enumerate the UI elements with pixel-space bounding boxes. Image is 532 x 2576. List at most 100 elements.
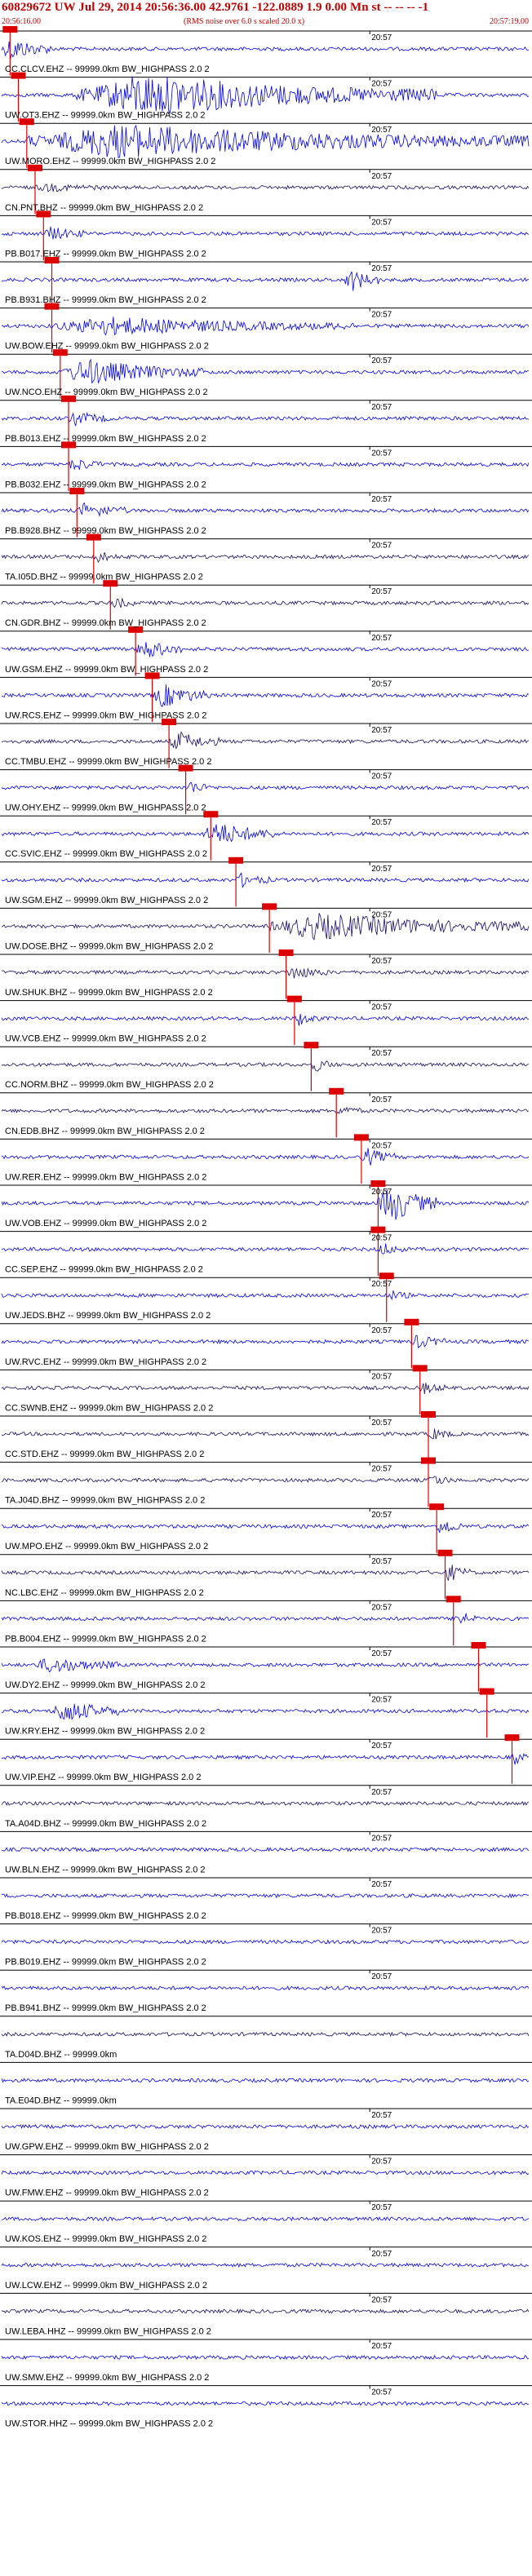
waveform-trace bbox=[1, 1847, 530, 1852]
station-label: UW.RER.EHZ -- 99999.0km BW_HIGHPASS 2.0 … bbox=[5, 1172, 206, 1182]
time-tick-label: 20:57 bbox=[371, 1465, 392, 1474]
waveform-trace bbox=[1, 358, 529, 384]
seismogram-plot: CC.CLCV.EHZ -- 99999.0km BW_HIGHPASS 2.0… bbox=[0, 26, 532, 2429]
pick-flag bbox=[429, 1503, 445, 1511]
station-label: PB.B928.BHZ -- 99999.0km BW_HIGHPASS 2.0… bbox=[5, 526, 206, 536]
waveform-trace bbox=[1, 1106, 530, 1114]
time-tick-label: 20:57 bbox=[371, 1603, 392, 1612]
station-label: UW.DY2.EHZ -- 99999.0km BW_HIGHPASS 2.0 … bbox=[5, 1680, 206, 1690]
waveform-trace bbox=[1, 1334, 530, 1349]
station-label: TA.E04D.BHZ -- 99999.0km bbox=[5, 2096, 117, 2105]
station-label: CC.CLCV.EHZ -- 99999.0km BW_HIGHPASS 2.0… bbox=[5, 64, 210, 74]
station-label: UW.JEDS.BHZ -- 99999.0km BW_HIGHPASS 2.0… bbox=[5, 1311, 211, 1321]
station-label: CN.EDB.BHZ -- 99999.0km BW_HIGHPASS 2.0 … bbox=[5, 1126, 205, 1136]
time-tick-label: 20:57 bbox=[371, 634, 392, 643]
time-tick-label: 20:57 bbox=[371, 1972, 392, 1981]
waveform-trace bbox=[1, 1939, 530, 1945]
pick-flag bbox=[228, 856, 244, 864]
waveform-trace bbox=[1, 2031, 530, 2038]
time-tick-label: 20:57 bbox=[371, 1003, 392, 1012]
time-tick-label: 20:57 bbox=[371, 1049, 392, 1058]
waveform-trace bbox=[1, 731, 530, 750]
waveform-trace bbox=[1, 41, 530, 59]
waveform-trace bbox=[1, 872, 530, 888]
station-label: PB.B017.EHZ -- 99999.0km BW_HIGHPASS 2.0… bbox=[5, 249, 206, 259]
station-label: CN.GDR.BHZ -- 99999.0km BW_HIGHPASS 2.0 … bbox=[5, 618, 206, 628]
time-tick-label: 20:57 bbox=[371, 1880, 392, 1889]
waveform-trace bbox=[1, 1800, 530, 1807]
time-tick-label: 20:57 bbox=[371, 1557, 392, 1566]
station-label: UW.VIP.EHZ -- 99999.0km BW_HIGHPASS 2.0 … bbox=[5, 1773, 201, 1782]
waveform-trace bbox=[2, 1060, 530, 1072]
time-tick-label: 20:57 bbox=[371, 1927, 392, 1936]
station-label: TA.J04D.BHZ -- 99999.0km BW_HIGHPASS 2.0… bbox=[5, 1496, 205, 1506]
station-label: UW.RVC.EHZ -- 99999.0km BW_HIGHPASS 2.0 … bbox=[5, 1357, 206, 1367]
station-label: PB.B931.BHZ -- 99999.0km BW_HIGHPASS 2.0… bbox=[5, 295, 206, 305]
station-label: PB.B013.EHZ -- 99999.0km BW_HIGHPASS 2.0… bbox=[5, 434, 206, 444]
waveform-trace bbox=[1, 1613, 530, 1624]
waveform-trace bbox=[1, 1522, 530, 1534]
pick-flag bbox=[329, 1087, 344, 1095]
station-label: UW.NCO.EHZ -- 99999.0km BW_HIGHPASS 2.0 … bbox=[5, 387, 208, 397]
waveform-trace bbox=[1, 2401, 530, 2406]
waveform-trace bbox=[1, 2354, 530, 2361]
waveform-trace bbox=[1, 502, 530, 517]
waveform-trace bbox=[1, 1753, 530, 1765]
time-tick-label: 20:57 bbox=[371, 910, 392, 919]
time-tick-label: 20:57 bbox=[371, 679, 392, 688]
time-tick-label: 20:57 bbox=[371, 865, 392, 874]
waveform-trace bbox=[1, 1703, 530, 1720]
pick-flag bbox=[370, 1180, 386, 1187]
time-tick-label: 20:57 bbox=[371, 2295, 392, 2304]
station-label: UW.KRY.EHZ -- 99999.0km BW_HIGHPASS 2.0 … bbox=[5, 1727, 205, 1737]
time-tick-label: 20:57 bbox=[371, 356, 392, 365]
time-tick-label: 20:57 bbox=[371, 1372, 392, 1381]
time-tick-label: 20:57 bbox=[371, 80, 392, 89]
station-label: UW.VCB.EHZ -- 99999.0km BW_HIGHPASS 2.0 … bbox=[5, 1034, 206, 1044]
time-tick-label: 20:57 bbox=[371, 2388, 392, 2397]
pick-flag bbox=[304, 1042, 319, 1049]
station-label: TA.A04D.BHZ -- 99999.0km BW_HIGHPASS 2.0… bbox=[5, 1819, 206, 1829]
station-label: UW.VOB.EHZ -- 99999.0km BW_HIGHPASS 2.0 … bbox=[5, 1219, 206, 1228]
time-tick-label: 20:57 bbox=[371, 1788, 392, 1797]
pick-flag bbox=[404, 1318, 419, 1326]
waveform-trace bbox=[1, 2262, 530, 2268]
time-tick-label: 20:57 bbox=[371, 218, 392, 227]
waveform-trace bbox=[1, 459, 530, 471]
station-label: UW.OT3.EHZ -- 99999.0km BW_HIGHPASS 2.0 … bbox=[5, 111, 206, 121]
station-label: PB.B019.EHZ -- 99999.0km BW_HIGHPASS 2.0… bbox=[5, 1958, 206, 1967]
time-tick-label: 20:57 bbox=[371, 2203, 392, 2212]
waveform-trace bbox=[1, 1565, 530, 1582]
station-label: CC.SWNB.EHZ -- 99999.0km BW_HIGHPASS 2.0… bbox=[5, 1403, 213, 1413]
waveform-trace bbox=[1, 642, 530, 657]
waveform-trace bbox=[1, 913, 530, 941]
time-tick-label: 20:57 bbox=[371, 1234, 392, 1243]
waveform-trace bbox=[1, 184, 530, 193]
time-tick-label: 20:57 bbox=[371, 2342, 392, 2351]
station-label: CC.NORM.BHZ -- 99999.0km BW_HIGHPASS 2.0… bbox=[5, 1080, 214, 1090]
time-tick-label: 20:57 bbox=[371, 403, 392, 412]
pick-flag bbox=[370, 1226, 386, 1233]
time-tick-label: 20:57 bbox=[371, 311, 392, 320]
time-tick-label: 20:57 bbox=[371, 1696, 392, 1705]
station-label: PB.B032.EHZ -- 99999.0km BW_HIGHPASS 2.0… bbox=[5, 480, 206, 489]
station-label: UW.MORO.EHZ -- 99999.0km BW_HIGHPASS 2.0… bbox=[5, 157, 215, 166]
time-tick-label: 20:57 bbox=[371, 587, 392, 596]
waveform-trace bbox=[1, 2170, 530, 2175]
station-label: UW.OHY.EHZ -- 99999.0km BW_HIGHPASS 2.0 … bbox=[5, 803, 206, 813]
station-label: NC.LBC.EHZ -- 99999.0km BW_HIGHPASS 2.0 … bbox=[5, 1588, 204, 1598]
time-tick-label: 20:57 bbox=[371, 1188, 392, 1197]
waveform-trace bbox=[1, 2123, 530, 2130]
station-label: UW.SMW.EHZ -- 99999.0km BW_HIGHPASS 2.0 … bbox=[5, 2373, 209, 2383]
time-tick-label: 20:57 bbox=[371, 1649, 392, 1658]
time-tick-label: 20:57 bbox=[371, 1095, 392, 1104]
station-label: UW.SHUK.BHZ -- 99999.0km BW_HIGHPASS 2.0… bbox=[5, 988, 213, 998]
station-label: CC.SVIC.EHZ -- 99999.0km BW_HIGHPASS 2.0… bbox=[5, 849, 207, 859]
pick-flag bbox=[479, 1688, 494, 1695]
station-label: UW.LEBA.HHZ -- 99999.0km BW_HIGHPASS 2.0… bbox=[5, 2326, 211, 2336]
waveform-trace bbox=[1, 684, 530, 707]
time-tick-label: 20:57 bbox=[371, 1419, 392, 1427]
time-tick-label: 20:57 bbox=[371, 172, 392, 181]
pick-flag bbox=[437, 1549, 453, 1556]
waveform-trace bbox=[1, 824, 530, 843]
